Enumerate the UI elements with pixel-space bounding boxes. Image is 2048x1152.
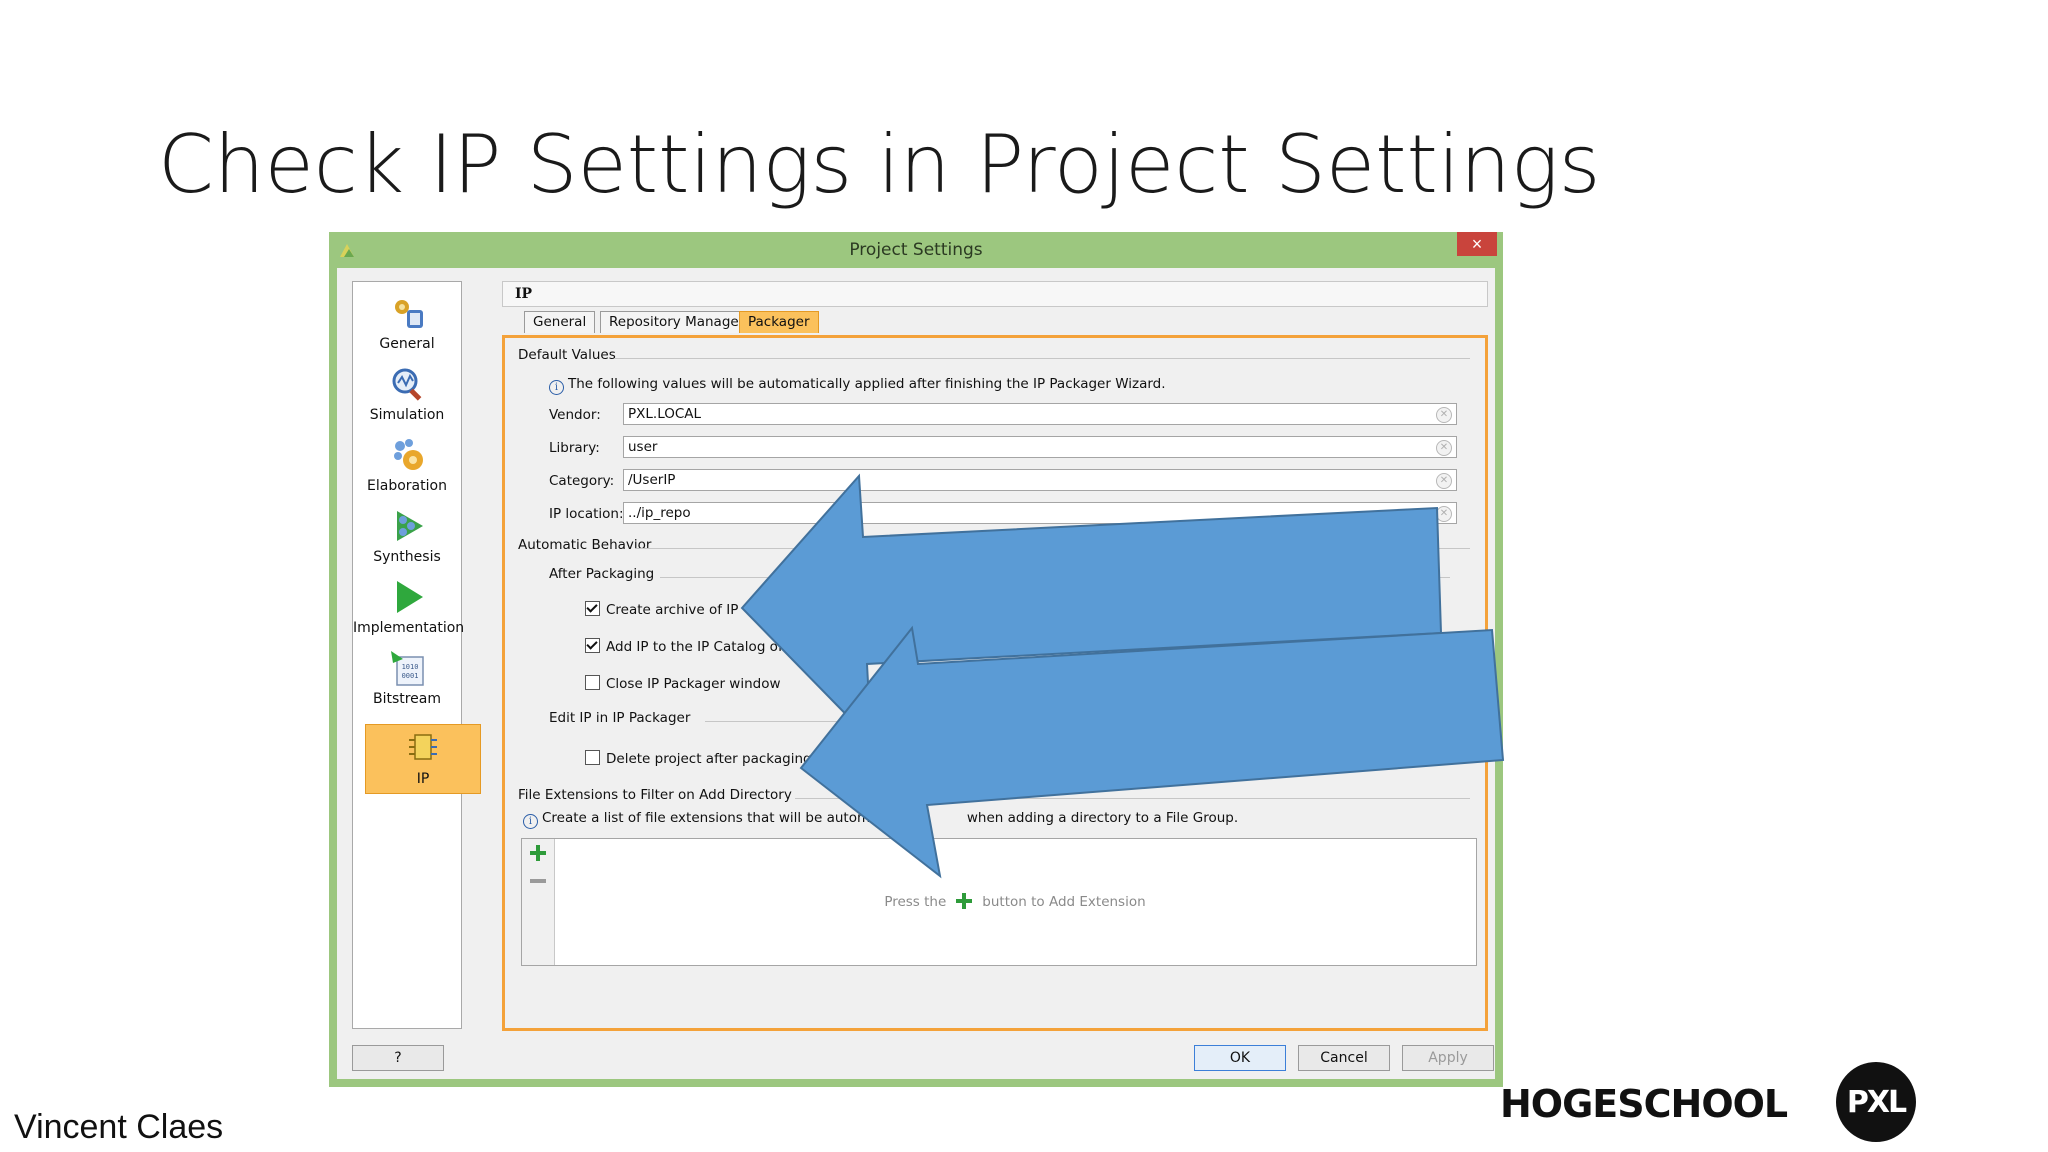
dialog-client-area: General Simulation Elaboration Synthesis…: [337, 268, 1495, 1079]
after-packaging-title: After Packaging: [549, 566, 655, 582]
nav-label: Implementation: [353, 620, 465, 636]
nav-label: IP: [416, 771, 430, 787]
clear-icon[interactable]: ✕: [1436, 407, 1452, 423]
implementation-icon: [397, 581, 423, 613]
nav-label: Bitstream: [372, 691, 442, 707]
apply-button[interactable]: Apply: [1402, 1045, 1494, 1071]
window-title: Project Settings: [849, 240, 983, 260]
plus-icon: [956, 893, 973, 909]
create-archive-checkbox[interactable]: [585, 601, 600, 616]
nav-label: General: [379, 336, 435, 352]
delete-project-label: Delete project after packaging: [606, 751, 812, 767]
divider: [705, 721, 1450, 722]
file-extensions-list[interactable]: Press the button to Add Extension: [521, 838, 1477, 966]
project-settings-dialog: Project Settings × General Simulation El…: [329, 232, 1503, 1087]
divider: [660, 577, 1450, 578]
category-field[interactable]: ✕: [623, 469, 1457, 491]
ip-location-label: IP location:: [549, 506, 624, 522]
hint-before: Press the: [884, 894, 947, 910]
hogeschool-pxl-logo: HOGESCHOOL PXL: [1500, 1062, 1920, 1144]
packager-content: Default Values i The following values wil…: [502, 335, 1488, 1031]
ip-location-field[interactable]: ✕: [623, 502, 1457, 524]
logo-text: HOGESCHOOL: [1500, 1082, 1788, 1126]
delete-project-row[interactable]: Delete project after packaging: [585, 750, 812, 767]
title-bar[interactable]: Project Settings ×: [329, 232, 1503, 268]
add-ip-label: Add IP to the IP Catalog of: [606, 639, 783, 655]
create-archive-row[interactable]: Create archive of IP: [585, 601, 738, 618]
add-extension-plus-icon[interactable]: [530, 845, 546, 861]
slide-title: Check IP Settings in Project Settings: [158, 118, 1601, 211]
divider: [635, 548, 1470, 549]
empty-list-hint: Press the button to Add Extension: [522, 893, 1476, 910]
panel-header: IP: [502, 281, 1488, 307]
divider: [615, 358, 1470, 359]
ip-icon: [409, 734, 437, 760]
close-packager-label: Close IP Packager window: [606, 676, 781, 692]
close-button[interactable]: ×: [1457, 232, 1497, 256]
logo-badge: PXL: [1836, 1062, 1916, 1142]
info-icon: i: [523, 814, 538, 829]
info-text-start: Create a list of file extensions that wi…: [542, 810, 907, 826]
ok-button[interactable]: OK: [1194, 1045, 1286, 1071]
nav-label: Elaboration: [367, 478, 447, 494]
info-icon: i: [549, 380, 564, 395]
tab-general[interactable]: General: [524, 311, 596, 333]
clear-icon[interactable]: ✕: [1436, 473, 1452, 489]
default-values-info: i The following values will be automatica…: [549, 376, 1166, 395]
nav-label: Simulation: [369, 407, 445, 423]
vendor-label: Vendor:: [549, 407, 601, 423]
tab-repository-manager[interactable]: Repository Manager: [600, 311, 754, 333]
nav-item-synthesis[interactable]: Synthesis: [353, 503, 461, 571]
clear-icon[interactable]: ✕: [1436, 506, 1452, 522]
ip-location-input[interactable]: [628, 504, 1394, 522]
general-icon: [395, 300, 423, 328]
nav-item-elaboration[interactable]: Elaboration: [353, 432, 461, 500]
category-input[interactable]: [628, 471, 1394, 489]
simulation-icon: [392, 368, 422, 401]
bitstream-icon: 1010 0001: [391, 651, 424, 686]
clear-icon[interactable]: ✕: [1436, 440, 1452, 456]
category-label: Category:: [549, 473, 615, 489]
tab-strip: General Repository Manager Packager: [502, 307, 1488, 335]
ip-settings-panel: IP General Repository Manager Packager D…: [502, 281, 1488, 1033]
edit-ip-title: Edit IP in IP Packager: [549, 710, 691, 726]
elaboration-icon: [394, 439, 423, 470]
info-text: The following values will be automatical…: [568, 376, 1166, 392]
add-ip-row[interactable]: Add IP to the IP Catalog of: [585, 638, 783, 655]
automatic-behavior-title: Automatic Behavior: [518, 537, 652, 553]
vendor-field[interactable]: ✕: [623, 403, 1457, 425]
svg-text:0001: 0001: [402, 672, 419, 680]
divider: [795, 798, 1470, 799]
cancel-button[interactable]: Cancel: [1298, 1045, 1390, 1071]
nav-item-simulation[interactable]: Simulation: [353, 361, 461, 429]
author-name: Vincent Claes: [14, 1108, 224, 1146]
file-extensions-title: File Extensions to Filter on Add Directo…: [518, 787, 792, 803]
nav-item-bitstream[interactable]: 1010 0001 Bitstream: [353, 645, 461, 713]
remove-extension-minus-icon[interactable]: [530, 879, 546, 883]
close-packager-checkbox[interactable]: [585, 675, 600, 690]
add-ip-checkbox[interactable]: [585, 638, 600, 653]
settings-nav: General Simulation Elaboration Synthesis…: [352, 281, 481, 1029]
library-label: Library:: [549, 440, 600, 456]
hint-after: button to Add Extension: [982, 894, 1146, 910]
default-values-title: Default Values: [518, 347, 616, 363]
delete-project-checkbox[interactable]: [585, 750, 600, 765]
nav-item-general[interactable]: General: [353, 290, 461, 358]
library-input[interactable]: [628, 438, 1394, 456]
file-extensions-info: i Create a list of file extensions that w…: [523, 810, 1238, 829]
info-text-end: when adding a directory to a File Group.: [966, 810, 1239, 826]
panel-title: IP: [515, 286, 533, 302]
svg-text:1010: 1010: [402, 663, 419, 671]
tab-packager[interactable]: Packager: [739, 311, 819, 333]
library-field[interactable]: ✕: [623, 436, 1457, 458]
close-packager-row[interactable]: Close IP Packager window: [585, 675, 781, 692]
nav-label: Synthesis: [373, 549, 441, 565]
synthesis-icon: [397, 511, 423, 541]
nav-item-implementation[interactable]: Implementation: [353, 574, 465, 642]
help-button[interactable]: ?: [352, 1045, 444, 1071]
vendor-input[interactable]: [628, 405, 1394, 423]
create-archive-label: Create archive of IP: [606, 602, 739, 618]
nav-item-ip[interactable]: IP: [365, 724, 481, 794]
